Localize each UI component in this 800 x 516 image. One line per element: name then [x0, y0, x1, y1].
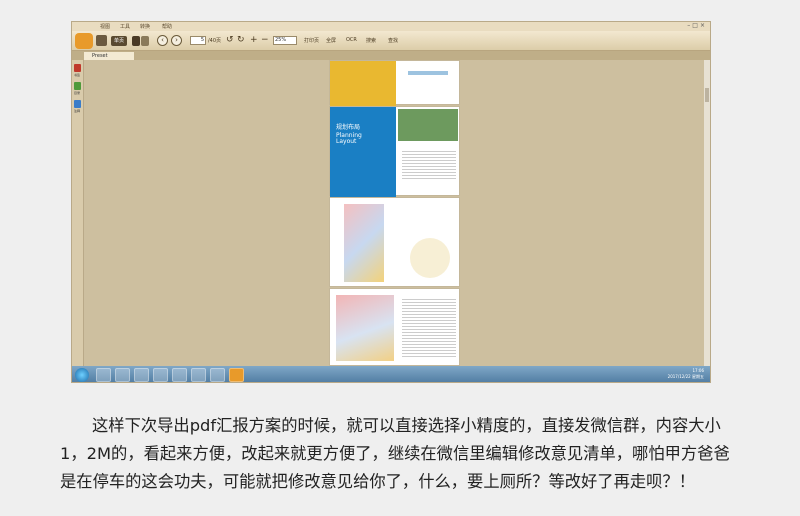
page-title-cn: 规划布局	[336, 124, 361, 131]
app-taskbar-icon[interactable]	[191, 368, 206, 382]
maximize-icon[interactable]: □	[692, 22, 700, 29]
outline-icon	[74, 82, 81, 90]
illustrator-taskbar-icon[interactable]	[153, 368, 168, 382]
page-plan-drawing	[344, 204, 384, 282]
bookmark-icon	[74, 64, 81, 72]
page-plan-drawing	[336, 295, 394, 361]
page-number-input[interactable]: 5	[190, 36, 206, 45]
continuous-page-icon[interactable]	[141, 36, 149, 46]
zoom-in-icon[interactable]: +	[250, 35, 258, 46]
folder-icon[interactable]	[96, 35, 107, 46]
pdf-reader-window: 视图 工具 转换 帮助 –□× 单页 ‹ › 5 /40页 ↺ ↻ + − 25…	[71, 21, 711, 383]
document-page-spread	[329, 60, 460, 106]
document-tab[interactable]: Preset	[84, 52, 134, 60]
sidebar-item-annotation[interactable]: 注释	[74, 100, 83, 113]
zoom-select[interactable]: 25%	[273, 36, 297, 45]
view-mode-button[interactable]: 单页	[111, 36, 128, 46]
print-page-button[interactable]: 打印页	[304, 37, 319, 44]
start-button-icon[interactable]	[75, 368, 89, 382]
rotate-right-icon[interactable]: ↻	[237, 35, 245, 46]
fullscreen-button[interactable]: 全屏	[326, 37, 336, 44]
rotate-left-icon[interactable]: ↺	[226, 35, 234, 46]
page-text-block	[408, 71, 448, 75]
caption-line: 是在停车的这会功夫，可能就把修改意见给你了，什么，要上厕所？等改好了再走呗？！	[60, 472, 695, 491]
page-plan-drawing	[410, 238, 450, 278]
explorer-taskbar-icon[interactable]	[115, 368, 130, 382]
menu-view[interactable]: 视图	[100, 23, 110, 30]
app-taskbar-icon[interactable]	[134, 368, 149, 382]
app-taskbar-icon[interactable]	[172, 368, 187, 382]
document-page-spread	[329, 197, 460, 287]
window-controls[interactable]: –□×	[687, 22, 707, 29]
app-logo-icon[interactable]	[75, 33, 93, 49]
tab-bar: Preset	[72, 51, 710, 60]
menu-bar: 视图 工具 转换 帮助 –□×	[72, 22, 710, 31]
caption-line: 1，2M的，看起来方便，改起来就更方便了，继续在微信里编辑修改意见清单，哪怕甲方…	[60, 444, 730, 463]
document-page-spread: 规划布局 Planning Layout	[329, 106, 460, 197]
taskbar: 17:06 2017/12/22 星期五	[72, 366, 710, 382]
browser-taskbar-icon[interactable]	[96, 368, 111, 382]
ocr-button[interactable]: OCR	[346, 37, 357, 43]
scrollbar-thumb[interactable]	[705, 88, 709, 102]
search-button[interactable]: 搜索	[366, 37, 376, 44]
page-text-block	[402, 149, 456, 179]
system-clock[interactable]: 17:06 2017/12/22 星期五	[668, 368, 704, 380]
pdf-reader-taskbar-icon[interactable]	[229, 368, 244, 382]
prev-page-icon[interactable]: ‹	[157, 35, 168, 46]
sidebar: 书签 目录 注释	[72, 60, 84, 366]
sidebar-item-outline[interactable]: 目录	[74, 82, 83, 95]
page-aerial-image	[398, 109, 458, 141]
page-total: /40页	[208, 38, 222, 44]
menu-tools[interactable]: 工具	[120, 23, 130, 30]
zoom-out-icon[interactable]: −	[261, 35, 269, 46]
page-cover-graphic	[330, 61, 396, 106]
caption-line: 这样下次导出pdf汇报方案的时候，就可以直接选择小精度的，直接发微信群，内容大小	[92, 416, 721, 435]
annotation-icon	[74, 100, 81, 108]
menu-convert[interactable]: 转换	[140, 23, 150, 30]
document-page-spread	[329, 288, 460, 366]
sidebar-item-bookmark[interactable]: 书签	[74, 64, 83, 77]
document-canvas[interactable]: 规划布局 Planning Layout	[84, 60, 706, 366]
clock-date: 2017/12/22 星期五	[667, 374, 704, 379]
close-icon[interactable]: ×	[700, 22, 707, 29]
toolbar: 单页 ‹ › 5 /40页 ↺ ↻ + − 25% 打印页 全屏 OCR 搜索 …	[72, 31, 710, 51]
article-paragraph: 这样下次导出pdf汇报方案的时候，就可以直接选择小精度的，直接发微信群，内容大小…	[60, 412, 750, 496]
menu-help[interactable]: 帮助	[162, 23, 172, 30]
dual-page-icon[interactable]	[132, 36, 140, 46]
app-taskbar-icon[interactable]	[210, 368, 225, 382]
find-button[interactable]: 查找	[388, 37, 398, 44]
page-title-en: Layout	[336, 138, 357, 145]
vertical-scrollbar[interactable]	[704, 60, 710, 366]
page-blue-panel: 规划布局 Planning Layout	[330, 107, 396, 197]
page-text-block	[402, 297, 456, 357]
next-page-icon[interactable]: ›	[171, 35, 182, 46]
